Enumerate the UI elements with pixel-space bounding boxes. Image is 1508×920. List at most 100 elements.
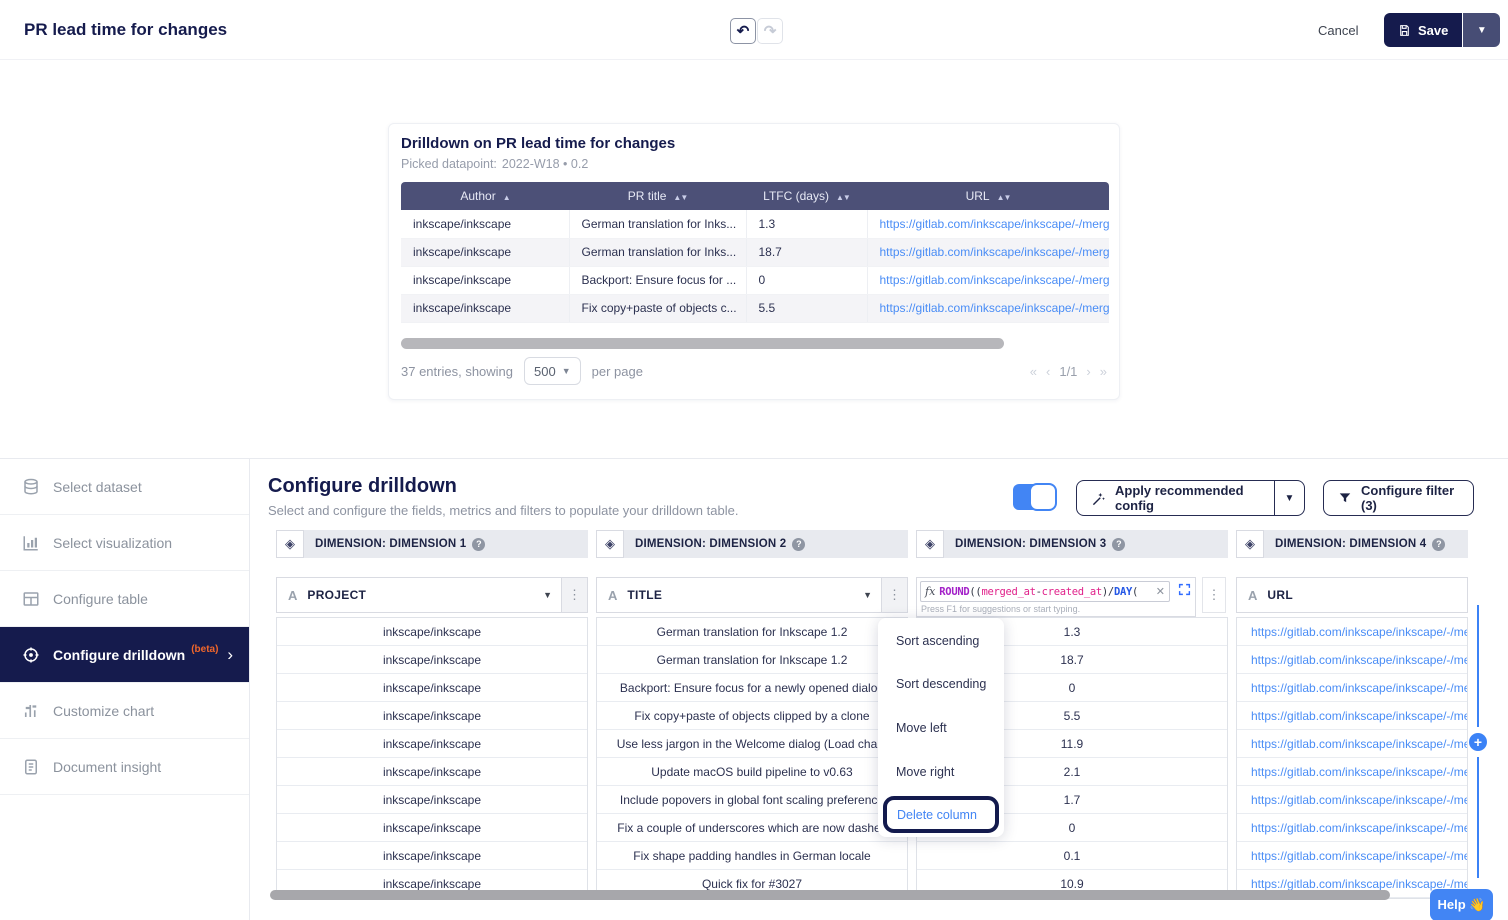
field-selector-project[interactable]: A PROJECT ▼ ⋮: [276, 577, 588, 613]
menu-item-sort-ascending[interactable]: Sort ascending: [878, 619, 1004, 663]
grid-column-project: inkscape/inkscapeinkscape/inkscapeinksca…: [276, 617, 588, 899]
url-link[interactable]: https://gitlab.com/inkscape/inkscape/-/m…: [867, 210, 1109, 238]
save-dropdown-button[interactable]: ▼: [1463, 13, 1500, 47]
grid-url-link[interactable]: https://gitlab.com/inkscape/inkscape/-/m…: [1237, 674, 1467, 702]
dimension-label: DIMENSION: DIMENSION 2: [635, 538, 786, 550]
help-button[interactable]: Help 👋: [1430, 889, 1493, 920]
drilldown-table-header-row: Author ▲ PR title▲▼LTFC (days)▲▼URL▲▼: [401, 182, 1109, 210]
field-selector-url[interactable]: A URL: [1236, 577, 1468, 613]
drilldown-card-title: Drilldown on PR lead time for changes: [401, 135, 675, 152]
formula-input[interactable]: fx ROUND((merged_at-created_at)/DAY( ✕: [920, 581, 1170, 602]
app-window: PR lead time for changes ↶ ↷ Cancel Save…: [0, 0, 1508, 920]
url-link[interactable]: https://gitlab.com/inkscape/inkscape/-/m…: [867, 294, 1109, 322]
customize-chart-icon: [22, 702, 40, 720]
page-size-value: 500: [534, 364, 556, 379]
url-link[interactable]: https://gitlab.com/inkscape/inkscape/-/m…: [867, 266, 1109, 294]
card-horizontal-scrollbar[interactable]: [401, 338, 1004, 349]
add-column-line: [1477, 605, 1479, 727]
grid-url-link[interactable]: https://gitlab.com/inkscape/inkscape/-/m…: [1237, 842, 1467, 870]
add-column-button[interactable]: +: [1469, 733, 1487, 751]
menu-item-delete-column[interactable]: Delete column: [883, 796, 999, 833]
pagination: « ‹ 1/1 › »: [1030, 357, 1107, 385]
sort-icon[interactable]: ▲▼: [673, 193, 687, 202]
first-page-icon[interactable]: «: [1030, 364, 1037, 379]
grid-title-cell: German translation for Inkscape 1.2: [597, 646, 907, 674]
dimension-header-1: ◈ DIMENSION: DIMENSION 1 ?: [276, 530, 588, 558]
column-menu-button[interactable]: ⋮: [881, 578, 907, 612]
grid-project-cell: inkscape/inkscape: [277, 702, 587, 730]
grid-title-cell: Fix a couple of underscores which are no…: [597, 814, 907, 842]
grid-url-link[interactable]: https://gitlab.com/inkscape/inkscape/-/m…: [1237, 758, 1467, 786]
apply-recommended-config-button[interactable]: Apply recommended config: [1077, 483, 1274, 513]
page-indicator: 1/1: [1059, 364, 1077, 379]
help-circle-icon[interactable]: ?: [1432, 538, 1445, 551]
column-header-url[interactable]: URL▲▼: [867, 182, 1109, 210]
drilldown-table: Author▲PR title▲▼LTFC (days)▲▼URL▲▼ inks…: [401, 182, 1109, 323]
next-page-icon[interactable]: ›: [1086, 364, 1090, 379]
sort-icon[interactable]: ▲▼: [997, 193, 1011, 202]
url-link[interactable]: https://gitlab.com/inkscape/inkscape/-/m…: [867, 238, 1109, 266]
sidebar-item-label: Configure table: [53, 591, 148, 607]
prev-page-icon[interactable]: ‹: [1046, 364, 1050, 379]
table-icon: [22, 590, 40, 608]
help-circle-icon[interactable]: ?: [472, 538, 485, 551]
drilldown-card: Drilldown on PR lead time for changes Pi…: [388, 123, 1120, 400]
grid-horizontal-scrollbar[interactable]: [270, 890, 1390, 900]
configure-filter-button[interactable]: Configure filter (3): [1323, 480, 1474, 516]
fx-icon: fx: [925, 585, 935, 598]
cancel-button[interactable]: Cancel: [1318, 0, 1358, 60]
sort-icon[interactable]: ▲▼: [836, 193, 850, 202]
grid-url-link[interactable]: https://gitlab.com/inkscape/inkscape/-/m…: [1237, 702, 1467, 730]
apply-config-dropdown-button[interactable]: ▼: [1274, 481, 1304, 515]
menu-item-move-right[interactable]: Move right: [878, 750, 1004, 794]
column-menu-button[interactable]: ⋮: [1202, 577, 1226, 613]
last-page-icon[interactable]: »: [1100, 364, 1107, 379]
field-selector-title[interactable]: A TITLE ▼ ⋮: [596, 577, 908, 613]
beta-badge: (beta): [191, 644, 218, 655]
formula-field[interactable]: fx ROUND((merged_at-created_at)/DAY( ✕ P…: [916, 577, 1196, 617]
clear-formula-icon[interactable]: ✕: [1156, 585, 1165, 598]
sort-ascending-icon[interactable]: ▲: [503, 193, 510, 202]
help-circle-icon[interactable]: ?: [1112, 538, 1125, 551]
dimension-icon: ◈: [596, 530, 624, 558]
drilldown-toggle[interactable]: [1013, 484, 1053, 510]
grid-title-cell: Use less jargon in the Welcome dialog (L…: [597, 730, 907, 758]
grid-title-cell: Fix shape padding handles in German loca…: [597, 842, 907, 870]
sidebar-item-select-dataset[interactable]: Select dataset: [0, 459, 249, 515]
formula-hint: Press F1 for suggestions or start typing…: [921, 604, 1080, 614]
save-button[interactable]: Save: [1384, 13, 1462, 47]
formula-token: (: [1132, 586, 1138, 598]
grid-url-link[interactable]: https://gitlab.com/inkscape/inkscape/-/m…: [1237, 814, 1467, 842]
grid-url-link[interactable]: https://gitlab.com/inkscape/inkscape/-/m…: [1237, 618, 1467, 646]
sidebar-item-configure-drilldown[interactable]: Configure drilldown(beta)›: [0, 627, 249, 683]
sidebar-item-label: Select dataset: [53, 479, 142, 495]
column-menu-button[interactable]: ⋮: [561, 578, 587, 612]
help-circle-icon[interactable]: ?: [792, 538, 805, 551]
menu-item-move-left[interactable]: Move left: [878, 706, 1004, 750]
dimension-icon: ◈: [916, 530, 944, 558]
save-icon: [1398, 24, 1411, 37]
undo-button[interactable]: ↶: [730, 18, 756, 44]
grid-url-link[interactable]: https://gitlab.com/inkscape/inkscape/-/m…: [1237, 786, 1467, 814]
menu-item-sort-descending[interactable]: Sort descending: [878, 663, 1004, 707]
grid-title-cell: Fix copy+paste of objects clipped by a c…: [597, 702, 907, 730]
sidebar-item-document-insight[interactable]: Document insight: [0, 739, 249, 795]
redo-button[interactable]: ↷: [757, 18, 783, 44]
sidebar-item-customize-chart[interactable]: Customize chart: [0, 683, 249, 739]
grid-url-link[interactable]: https://gitlab.com/inkscape/inkscape/-/m…: [1237, 730, 1467, 758]
dimension-header-2: ◈ DIMENSION: DIMENSION 2 ?: [596, 530, 908, 558]
sidebar-item-select-visualization[interactable]: Select visualization: [0, 515, 249, 571]
column-header-author[interactable]: Author ▲: [401, 182, 569, 210]
column-header-ltfc-days[interactable]: LTFC (days)▲▼: [746, 182, 867, 210]
column-header-label: Author: [460, 189, 495, 203]
sidebar-item-label: Document insight: [53, 759, 161, 775]
grid-url-link[interactable]: https://gitlab.com/inkscape/inkscape/-/m…: [1237, 646, 1467, 674]
expand-formula-icon[interactable]: [1178, 583, 1191, 596]
sidebar-item-configure-table[interactable]: Configure table: [0, 571, 249, 627]
dimension-icon: ◈: [276, 530, 304, 558]
pr-title-cell: German translation for Inks...: [569, 210, 746, 238]
toggle-knob: [1029, 483, 1057, 511]
column-header-pr-title[interactable]: PR title▲▼: [569, 182, 746, 210]
grid-column-url: https://gitlab.com/inkscape/inkscape/-/m…: [1236, 617, 1468, 899]
page-size-select[interactable]: 500 ▼: [524, 357, 581, 385]
